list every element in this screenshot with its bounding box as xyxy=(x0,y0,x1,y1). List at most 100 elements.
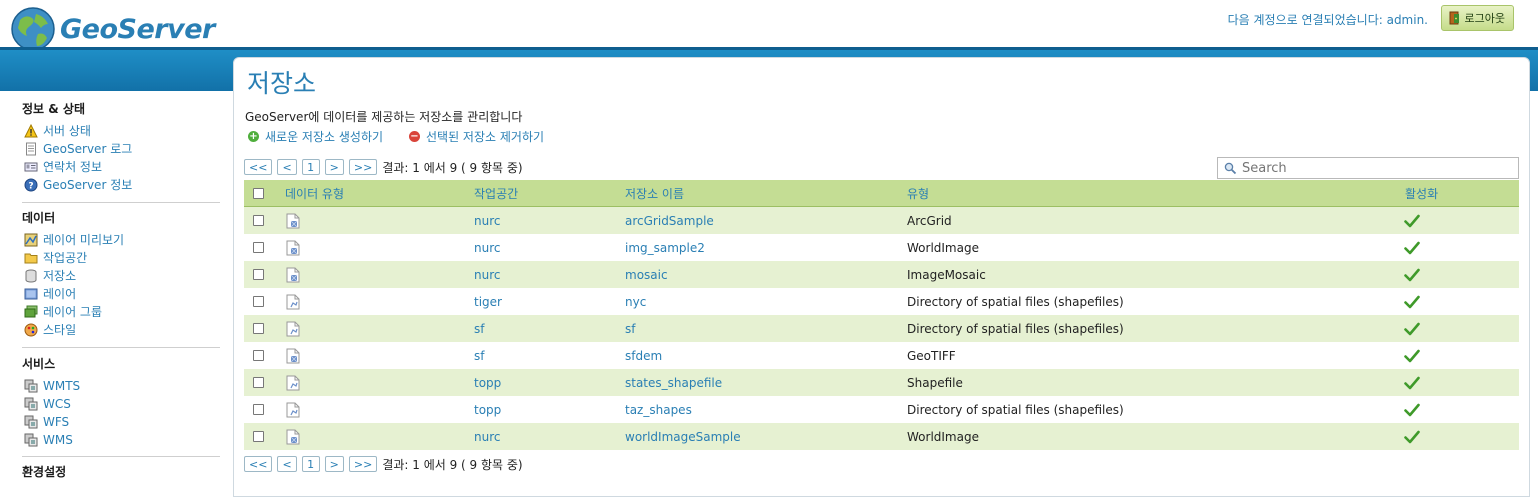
document-icon xyxy=(24,142,38,156)
sidebar-section-services: 서비스 xyxy=(22,357,56,371)
store-name-link[interactable]: worldImageSample xyxy=(625,423,741,450)
search-input[interactable] xyxy=(1242,160,1502,176)
search-icon xyxy=(1224,162,1237,174)
table-row: nurc img_sample2 WorldImage xyxy=(244,234,1519,261)
select-all-checkbox[interactable] xyxy=(253,180,264,206)
sidebar-item-wcs[interactable]: WCS xyxy=(24,395,71,412)
store-name-link[interactable]: sf xyxy=(625,315,635,342)
sidebar-item-label: 레이어 미리보기 xyxy=(43,233,125,247)
workspace-link[interactable]: nurc xyxy=(474,423,500,450)
checkbox-box xyxy=(253,296,264,307)
sidebar-item-wms[interactable]: WMS xyxy=(24,431,73,448)
sidebar-section-data: 데이터 xyxy=(22,211,56,225)
store-name-link[interactable]: mosaic xyxy=(625,261,668,288)
folder-icon xyxy=(24,251,38,265)
next-page-button[interactable]: > xyxy=(324,159,344,175)
sidebar-item-server-status[interactable]: 서버 상태 xyxy=(24,122,91,139)
sidebar-item-geoserver-log[interactable]: GeoServer 로그 xyxy=(24,140,132,157)
palette-icon xyxy=(24,323,38,337)
checkbox-box xyxy=(253,431,264,442)
column-store-name[interactable]: 저장소 이름 xyxy=(625,180,684,206)
workspace-link[interactable]: nurc xyxy=(474,234,500,261)
last-page-button[interactable]: >> xyxy=(348,456,378,472)
stores-table: 데이터 유형 작업공간 저장소 이름 유형 활성화 nurc arcGridSam… xyxy=(244,180,1519,450)
sidebar-item-label: 연락처 정보 xyxy=(43,160,103,174)
table-row: tiger nyc Directory of spatial files (shap… xyxy=(244,288,1519,315)
row-checkbox[interactable] xyxy=(253,396,264,423)
enabled-check-icon xyxy=(1404,234,1420,261)
sidebar-item-label: 저장소 xyxy=(43,269,77,283)
checkbox-box xyxy=(253,215,264,226)
workspace-link[interactable]: topp xyxy=(474,396,501,423)
enabled-check-icon xyxy=(1404,342,1420,369)
table-row: nurc worldImageSample WorldImage xyxy=(244,423,1519,450)
column-enabled[interactable]: 활성화 xyxy=(1405,180,1438,206)
logout-button[interactable]: 로그아웃 xyxy=(1440,5,1514,31)
sidebar-item-styles[interactable]: 스타일 xyxy=(24,321,76,338)
sidebar-section-settings: 환경설정 xyxy=(22,465,67,479)
checkbox-box xyxy=(253,269,264,280)
prev-page-button[interactable]: < xyxy=(277,159,297,175)
next-page-button[interactable]: > xyxy=(324,456,344,472)
sidebar-item-wmts[interactable]: WMTS xyxy=(24,377,80,394)
column-workspace[interactable]: 작업공간 xyxy=(474,180,518,206)
sidebar-item-contact-info[interactable]: 연락처 정보 xyxy=(24,158,102,175)
sidebar-item-layers[interactable]: 레이어 xyxy=(24,285,76,302)
row-checkbox[interactable] xyxy=(253,207,264,234)
store-type: GeoTIFF xyxy=(907,348,956,363)
sidebar-item-stores[interactable]: 저장소 xyxy=(24,267,76,284)
sidebar-item-layer-preview[interactable]: 레이어 미리보기 xyxy=(24,231,124,248)
pager-top: << < 1 > >> 결과: 1 에서 9 ( 9 항목 중) xyxy=(244,158,523,176)
store-name-link[interactable]: nyc xyxy=(625,288,646,315)
sidebar-divider xyxy=(22,456,220,457)
last-page-button[interactable]: >> xyxy=(348,159,378,175)
row-checkbox[interactable] xyxy=(253,234,264,261)
first-page-button[interactable]: << xyxy=(244,456,273,472)
warning-icon xyxy=(24,123,38,138)
column-type[interactable]: 유형 xyxy=(907,180,929,206)
row-checkbox[interactable] xyxy=(253,261,264,288)
store-name-link[interactable]: sfdem xyxy=(625,342,662,369)
door-icon xyxy=(1449,11,1459,25)
remove-stores-link[interactable]: − 선택된 저장소 제거하기 xyxy=(409,128,544,144)
add-store-link[interactable]: + 새로운 저장소 생성하기 xyxy=(248,128,383,144)
checkbox-box xyxy=(253,350,264,361)
row-checkbox[interactable] xyxy=(253,369,264,396)
store-name-link[interactable]: arcGridSample xyxy=(625,207,714,234)
store-name-link[interactable]: img_sample2 xyxy=(625,234,705,261)
add-store-label: 새로운 저장소 생성하기 xyxy=(265,129,384,144)
pager-summary: 결과: 1 에서 9 ( 9 항목 중) xyxy=(382,160,523,175)
sidebar-item-about-geoserver[interactable]: ? GeoServer 정보 xyxy=(24,176,132,193)
table-row: sf sfdem GeoTIFF xyxy=(244,342,1519,369)
workspace-link[interactable]: sf xyxy=(474,315,484,342)
workspace-link[interactable]: nurc xyxy=(474,207,500,234)
sidebar-item-workspaces[interactable]: 작업공간 xyxy=(24,249,87,266)
workspace-link[interactable]: nurc xyxy=(474,261,500,288)
search-box[interactable] xyxy=(1217,157,1519,179)
pager-bottom: << < 1 > >> 결과: 1 에서 9 ( 9 항목 중) xyxy=(244,455,523,473)
pager-summary: 결과: 1 에서 9 ( 9 항목 중) xyxy=(382,457,523,472)
geoserver-logo[interactable]: GeoServer xyxy=(10,6,215,52)
row-checkbox[interactable] xyxy=(253,423,264,450)
enabled-check-icon xyxy=(1404,261,1420,288)
store-type: Directory of spatial files (shapefiles) xyxy=(907,402,1124,417)
row-checkbox[interactable] xyxy=(253,342,264,369)
prev-page-button[interactable]: < xyxy=(277,456,297,472)
workspace-link[interactable]: sf xyxy=(474,342,484,369)
sidebar-item-wfs[interactable]: WFS xyxy=(24,413,69,430)
workspace-link[interactable]: tiger xyxy=(474,288,502,315)
table-row: nurc arcGridSample ArcGrid xyxy=(244,207,1519,234)
store-name-link[interactable]: taz_shapes xyxy=(625,396,692,423)
page-number-button[interactable]: 1 xyxy=(301,159,320,175)
sidebar-item-label: 레이어 xyxy=(43,287,77,301)
store-name-link[interactable]: states_shapefile xyxy=(625,369,722,396)
page-number-button[interactable]: 1 xyxy=(301,456,320,472)
row-checkbox[interactable] xyxy=(253,315,264,342)
map-preview-icon xyxy=(24,233,38,247)
first-page-button[interactable]: << xyxy=(244,159,273,175)
sidebar-item-label: 스타일 xyxy=(43,323,77,337)
row-checkbox[interactable] xyxy=(253,288,264,315)
sidebar-item-layer-groups[interactable]: 레이어 그룹 xyxy=(24,303,102,320)
column-data-type[interactable]: 데이터 유형 xyxy=(285,180,344,206)
workspace-link[interactable]: topp xyxy=(474,369,501,396)
